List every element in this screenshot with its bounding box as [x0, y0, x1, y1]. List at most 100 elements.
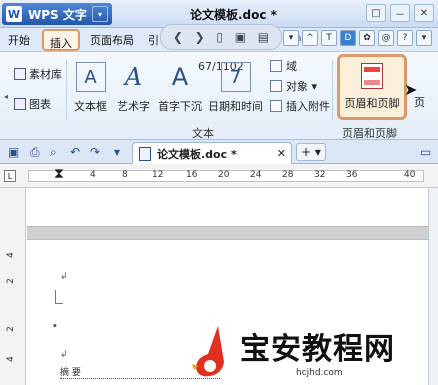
wordart-button[interactable]: A 艺术字: [117, 62, 150, 114]
undo-icon[interactable]: ↶: [70, 145, 80, 159]
collapse-ribbon-icon[interactable]: ^: [302, 30, 318, 46]
ribbon-separator: [66, 60, 67, 120]
watermark: 宝安教程网 hcjhd.com: [188, 324, 438, 385]
tab-stop-icon[interactable]: L: [4, 170, 16, 182]
group-header-footer-label: 页眉和页脚: [342, 127, 397, 140]
object-button[interactable]: 对象 ▾: [270, 78, 330, 94]
header-footer-icon: [361, 63, 383, 89]
vruler-tick: 4: [5, 252, 16, 258]
back-icon[interactable]: ❮: [173, 30, 183, 44]
app-name: WPS 文字: [28, 7, 87, 22]
page-icon[interactable]: ▯: [216, 30, 223, 44]
wordart-label: 艺术字: [117, 100, 150, 113]
close-tab-icon[interactable]: ✕: [277, 147, 286, 160]
paragraph-mark: ↲: [60, 272, 68, 282]
vruler-tick: 4: [5, 356, 16, 362]
date-time-label: 日期和时间: [208, 100, 263, 113]
page-break-gap: [27, 226, 429, 240]
date-time-button[interactable]: 7 日期和时间: [208, 62, 263, 114]
ruler-tick: 40: [404, 170, 416, 180]
quick-access-toolbar: ❮ ❯ ▯ ▣ ▤: [160, 24, 282, 50]
drop-cap-button[interactable]: A 首字下沉: [158, 62, 202, 114]
print-preview-icon[interactable]: ⌕: [50, 145, 57, 160]
forward-icon[interactable]: ❯: [195, 30, 205, 44]
ruler-tick: 8: [122, 170, 128, 180]
ruler-tick: 32: [314, 170, 326, 180]
save-as-icon[interactable]: ▤: [258, 30, 269, 44]
textbox-label: 文本框: [74, 100, 107, 113]
vruler-tick: 2: [5, 278, 16, 284]
docer-icon[interactable]: D: [340, 30, 356, 46]
object-label: 对象 ▾: [286, 80, 318, 93]
menu-reference[interactable]: 引: [148, 32, 159, 48]
restore-button[interactable]: □: [366, 4, 386, 22]
ruler-tick: 20: [218, 170, 230, 180]
insert-ribbon: ◂ 素材库 图表 A 文本框 A 艺术字 A 首字下沉 67/1102 7 日期…: [0, 52, 438, 140]
material-library-button[interactable]: 素材库: [14, 66, 62, 82]
header-footer-label: 页眉和页脚: [344, 97, 400, 110]
tab-document-label: 论文模板.doc *: [157, 147, 237, 161]
bullet-mark: •: [52, 322, 58, 332]
print-icon[interactable]: ⎙: [30, 145, 40, 160]
tab-document[interactable]: 论文模板.doc * ✕: [132, 142, 292, 164]
textbox-button[interactable]: A 文本框: [74, 62, 107, 114]
skin-icon[interactable]: T: [321, 30, 337, 46]
save-icon[interactable]: ▣: [8, 145, 19, 159]
font-dropdown-icon[interactable]: ▾: [283, 30, 299, 46]
drop-cap-icon: A: [171, 63, 189, 91]
watermark-logo-icon: [192, 326, 224, 377]
menu-insert[interactable]: 插入: [42, 29, 80, 51]
tab-list-icon[interactable]: ▭: [420, 145, 431, 159]
ribbon-separator: [332, 60, 333, 120]
drop-cap-label: 首字下沉: [158, 100, 202, 113]
calendar-icon: 7: [220, 62, 251, 92]
ribbon-scroll-left-icon[interactable]: ◂: [4, 92, 8, 101]
indent-marker-icon[interactable]: ⧗: [54, 166, 64, 182]
minimize-button[interactable]: －: [390, 4, 410, 22]
field-button[interactable]: 域: [270, 58, 330, 74]
watermark-url: hcjhd.com: [296, 368, 343, 378]
ruler-tick: 4: [90, 170, 96, 180]
group-text-label: 文本: [192, 127, 214, 140]
ruler-tick: 28: [282, 170, 294, 180]
header-footer-button[interactable]: 页眉和页脚: [337, 54, 407, 120]
toolbar-more-icon[interactable]: ▾: [114, 145, 120, 159]
chart-icon: [14, 98, 26, 110]
object-icon: [270, 80, 282, 92]
paragraph-mark: ↲: [60, 350, 68, 360]
close-button[interactable]: ✕: [414, 4, 434, 22]
help-icon[interactable]: ?: [397, 30, 413, 46]
chart-button[interactable]: 图表: [14, 96, 51, 112]
document-tab-bar: ▣ ⎙ ⌕ ↶ ↷ ▾ 论文模板.doc * ✕ + ▾ ▭: [0, 140, 438, 164]
page-number-button[interactable]: 页: [414, 94, 425, 110]
material-library-label: 素材库: [29, 68, 62, 81]
margin-corner-mark: [55, 290, 63, 304]
material-library-icon: [14, 68, 26, 80]
document-title: 论文模板.doc *: [190, 8, 277, 22]
horizontal-ruler: L ⧗ 4 8 12 16 20 24 28 32 36 40: [0, 164, 438, 188]
app-menu-button[interactable]: W WPS 文字 ▾: [2, 3, 112, 25]
menu-home[interactable]: 开始: [8, 32, 30, 48]
options-dropdown-icon[interactable]: ▾: [416, 30, 432, 46]
attachment-icon: [270, 100, 282, 112]
wordart-icon: A: [124, 63, 143, 91]
vertical-ruler: 4 2 2 4: [0, 188, 26, 385]
field-label: 域: [286, 60, 297, 73]
chart-label: 图表: [29, 98, 51, 111]
ruler-tick: 16: [186, 170, 198, 180]
redo-icon[interactable]: ↷: [90, 145, 100, 159]
new-tab-button[interactable]: + ▾: [296, 143, 326, 161]
watermark-text: 宝安教程网: [240, 332, 395, 367]
insert-attachment-button[interactable]: 插入附件: [270, 98, 330, 114]
insert-attachment-label: 插入附件: [286, 100, 330, 113]
app-dropdown-icon[interactable]: ▾: [92, 6, 108, 22]
ruler-tick: 24: [250, 170, 262, 180]
plugin-icon[interactable]: ✿: [359, 30, 375, 46]
menu-page-layout[interactable]: 页面布局: [90, 32, 134, 48]
wps-logo-icon: W: [6, 6, 22, 22]
document-icon: [139, 146, 151, 161]
textbox-icon: A: [75, 62, 106, 92]
account-icon[interactable]: @: [378, 30, 394, 46]
save-icon[interactable]: ▣: [235, 30, 246, 44]
vruler-tick: 2: [5, 326, 16, 332]
